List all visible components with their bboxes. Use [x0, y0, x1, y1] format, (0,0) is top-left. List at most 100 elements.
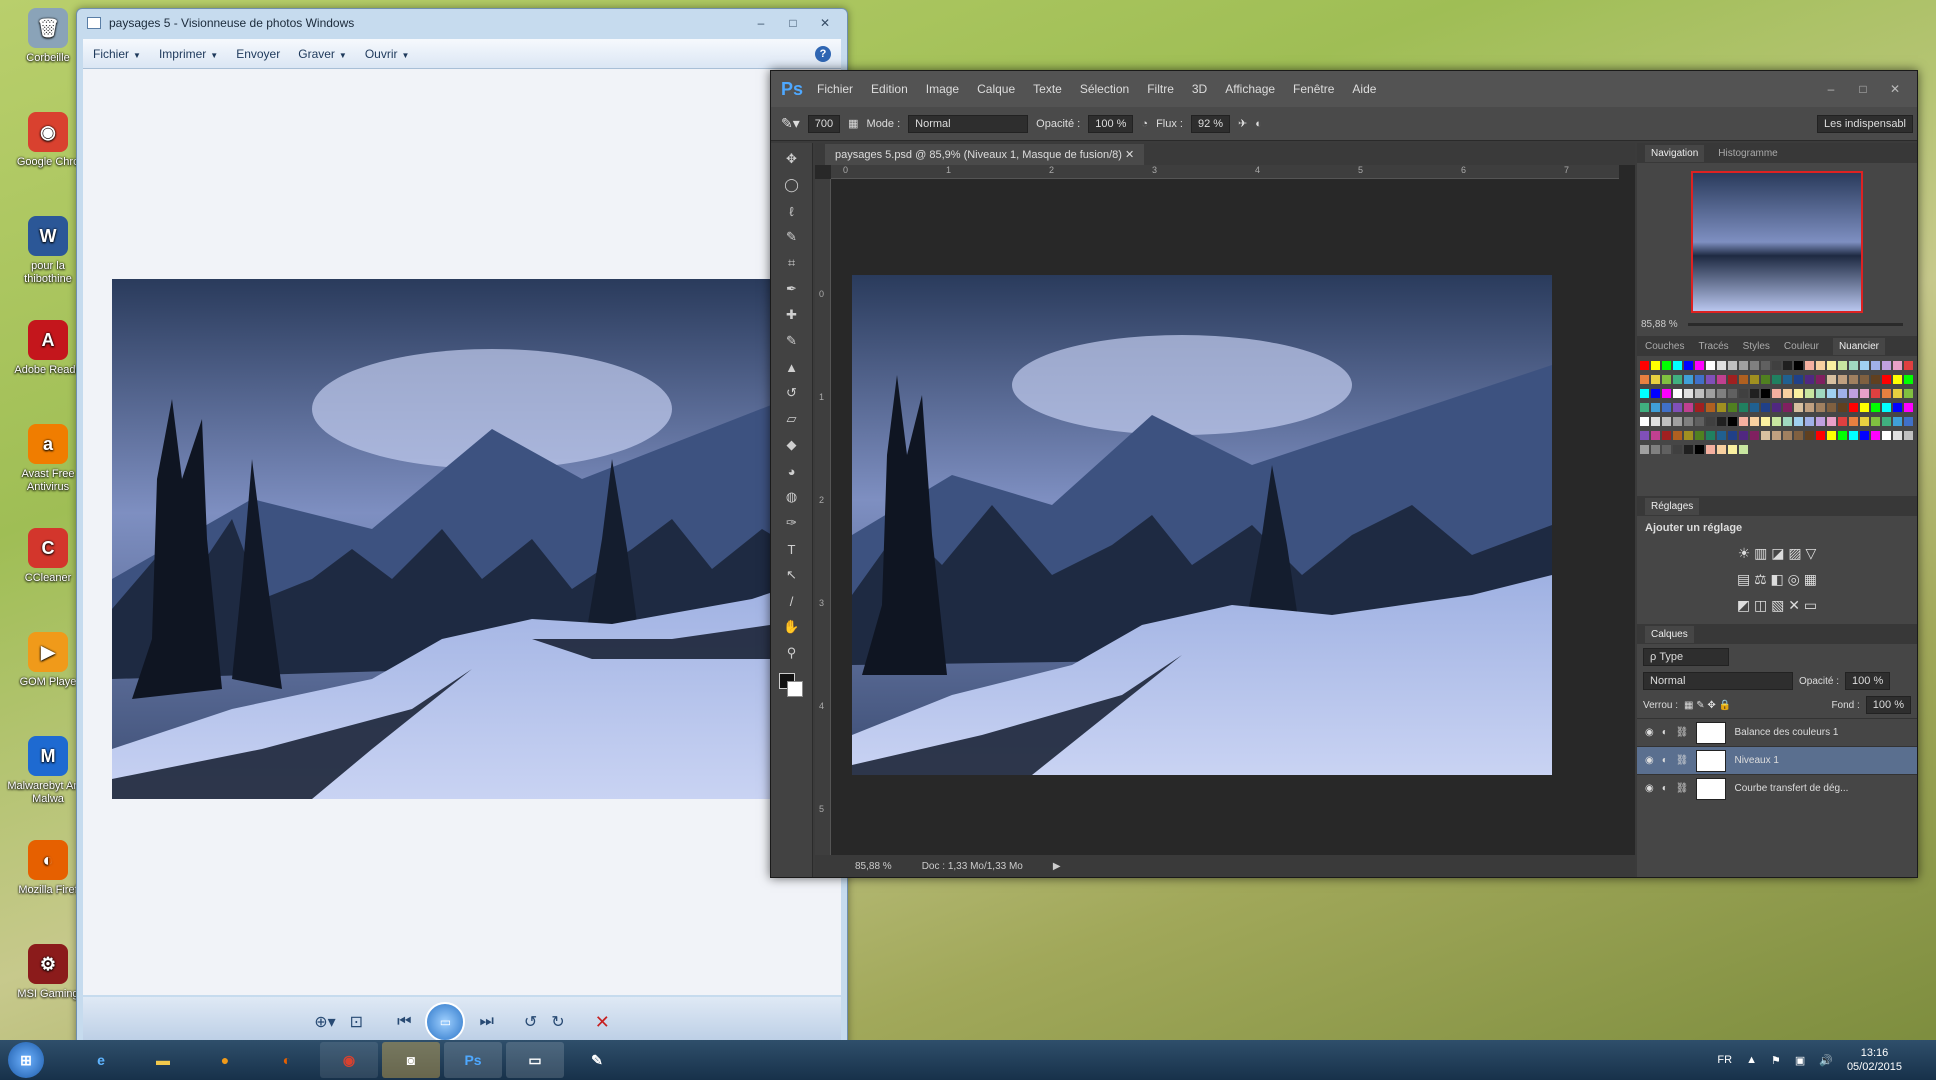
color-swatch[interactable] [1860, 431, 1869, 440]
layer-filter-select[interactable]: ρ Type [1643, 648, 1729, 666]
color-swatch[interactable] [1651, 361, 1660, 370]
minimize-button[interactable]: – [747, 14, 775, 32]
path-select-icon[interactable]: ↖ [779, 565, 805, 585]
color-swatch[interactable] [1761, 431, 1770, 440]
rotate-left-icon[interactable]: ↺ [524, 1012, 537, 1032]
color-swatch[interactable] [1783, 389, 1792, 398]
color-swatch[interactable] [1816, 431, 1825, 440]
color-swatch[interactable] [1849, 403, 1858, 412]
close-button[interactable]: ✕ [811, 14, 839, 32]
color-swatch[interactable] [1695, 431, 1704, 440]
color-swatch[interactable] [1838, 417, 1847, 426]
ps-menu-item[interactable]: Texte [1033, 82, 1062, 96]
panel-tab[interactable]: Tracés [1698, 341, 1728, 352]
color-swatch[interactable] [1717, 389, 1726, 398]
color-swatch[interactable] [1662, 445, 1671, 454]
color-swatch[interactable] [1673, 361, 1682, 370]
lock-icons[interactable]: ▦ ✎ ✥ 🔒 [1684, 700, 1731, 711]
clock[interactable]: 13:16 05/02/2015 [1847, 1046, 1902, 1074]
ps-menu-item[interactable]: Sélection [1080, 82, 1129, 96]
color-swatch[interactable] [1783, 375, 1792, 384]
dodge-tool-icon[interactable]: ◍ [779, 487, 805, 507]
layer-mask-thumbnail[interactable] [1696, 721, 1727, 744]
color-swatch[interactable] [1893, 361, 1902, 370]
ps-menu-item[interactable]: Aide [1352, 82, 1376, 96]
color-swatch[interactable] [1640, 417, 1649, 426]
color-swatch[interactable] [1849, 389, 1858, 398]
color-swatch[interactable] [1662, 431, 1671, 440]
color-swatch[interactable] [1860, 375, 1869, 384]
color-swatch[interactable] [1706, 445, 1715, 454]
layer-row[interactable]: ◉ ◐ ⛓ Balance des couleurs 1 [1637, 718, 1917, 746]
layers-tab[interactable]: Calques [1645, 625, 1694, 643]
color-swatch[interactable] [1794, 389, 1803, 398]
color-swatch[interactable] [1673, 403, 1682, 412]
color-swatch[interactable] [1750, 389, 1759, 398]
viewer-titlebar[interactable]: paysages 5 - Visionneuse de photos Windo… [77, 9, 847, 37]
status-arrow-icon[interactable]: ▶ [1053, 861, 1061, 872]
ps-menu-item[interactable]: Fenêtre [1293, 82, 1334, 96]
color-swatch[interactable] [1783, 361, 1792, 370]
color-swatch[interactable] [1706, 431, 1715, 440]
brush-tool-icon[interactable]: ✎ [779, 331, 805, 351]
color-swatch[interactable] [1827, 389, 1836, 398]
color-swatch[interactable] [1904, 389, 1913, 398]
color-swatch[interactable] [1662, 375, 1671, 384]
color-swatch[interactable] [1695, 445, 1704, 454]
color-swatch[interactable] [1805, 417, 1814, 426]
mode-select[interactable]: Normal [908, 114, 1029, 133]
color-swatch[interactable] [1794, 375, 1803, 384]
color-swatch[interactable] [1860, 403, 1869, 412]
color-swatch[interactable] [1860, 417, 1869, 426]
color-swatch[interactable] [1761, 403, 1770, 412]
action-center-icon[interactable]: ⚑ [1771, 1054, 1781, 1067]
airbrush-icon[interactable]: ✈ [1238, 117, 1247, 130]
color-swatch[interactable] [1750, 403, 1759, 412]
tray-arrow-icon[interactable]: ▲ [1746, 1054, 1757, 1066]
color-swatch[interactable] [1904, 403, 1913, 412]
stamp-tool-icon[interactable]: ▲ [779, 357, 805, 377]
panel-tab[interactable]: Navigation [1645, 144, 1705, 162]
color-swatch[interactable] [1717, 361, 1726, 370]
blur-tool-icon[interactable]: ◕ [779, 461, 805, 481]
color-swatch[interactable] [1684, 431, 1693, 440]
color-swatch[interactable] [1739, 403, 1748, 412]
color-swatch[interactable] [1750, 361, 1759, 370]
color-swatch[interactable] [1717, 431, 1726, 440]
color-swatch[interactable] [1838, 389, 1847, 398]
layer-row[interactable]: ◉ ◐ ⛓ Niveaux 1 [1637, 746, 1917, 774]
color-swatch[interactable] [1772, 417, 1781, 426]
layer-row[interactable]: ◉ ◐ ⛓ Courbe transfert de dég... [1637, 774, 1917, 802]
color-swatch[interactable] [1695, 375, 1704, 384]
color-swatch[interactable] [1882, 417, 1891, 426]
previous-icon[interactable]: ⏮ [397, 1013, 411, 1031]
eyedropper-icon[interactable]: ✒ [779, 279, 805, 299]
zoom-icon[interactable]: ⊕▾ [314, 1012, 335, 1032]
color-swatch[interactable] [1871, 389, 1880, 398]
color-swatch[interactable] [1871, 375, 1880, 384]
flow-field[interactable]: 92 % [1190, 114, 1231, 133]
ps-menu-item[interactable]: Affichage [1225, 82, 1275, 96]
color-swatch[interactable] [1871, 431, 1880, 440]
color-swatch[interactable] [1783, 431, 1792, 440]
ps-minimize-button[interactable]: – [1817, 80, 1845, 98]
color-swatch[interactable] [1706, 417, 1715, 426]
brush-tool-icon[interactable]: ✎▾ [781, 115, 800, 132]
layer-opacity-field[interactable]: 100 % [1845, 672, 1891, 690]
color-swatch[interactable] [1805, 361, 1814, 370]
color-swatch[interactable] [1838, 361, 1847, 370]
color-swatch[interactable] [1805, 375, 1814, 384]
ps-close-button[interactable]: ✕ [1881, 80, 1909, 98]
color-swatch[interactable] [1827, 431, 1836, 440]
color-swatch[interactable] [1640, 361, 1649, 370]
history-brush-icon[interactable]: ↺ [779, 383, 805, 403]
taskbar-photoshop-icon[interactable]: Ps [444, 1042, 502, 1078]
opacity-field[interactable]: 100 % [1088, 114, 1134, 133]
color-swatch[interactable] [1673, 389, 1682, 398]
lasso-tool-icon[interactable]: ℓ [779, 201, 805, 221]
taskbar-photo-viewer-icon[interactable]: ▭ [506, 1042, 564, 1078]
color-swatch[interactable] [1684, 389, 1693, 398]
panel-tab[interactable]: Nuancier [1832, 337, 1885, 355]
color-swatch[interactable] [1838, 375, 1847, 384]
color-swatch[interactable] [1695, 417, 1704, 426]
